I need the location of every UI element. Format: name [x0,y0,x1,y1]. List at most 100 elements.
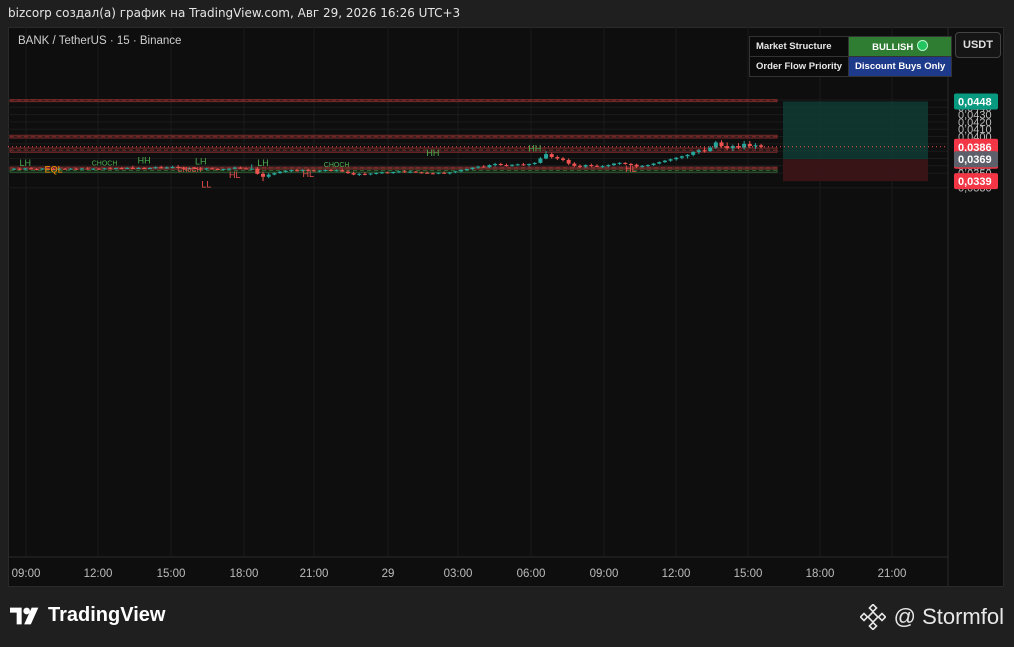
candle-body [357,173,362,175]
status-value-order-flow: Discount Buys Only [848,56,953,77]
candle-body [640,165,645,167]
candle-body [719,142,724,147]
x-tick-label: 03:00 [444,568,473,580]
structure-label: LL [201,180,211,190]
structure-label: LH [257,158,269,168]
structure-label: HL [303,169,315,179]
candle-body [453,171,458,173]
candle-body [679,156,684,158]
candle-body [204,168,209,170]
candle-body [68,168,73,170]
status-label: Order Flow Priority [748,56,850,77]
candle-body [295,170,299,172]
candle-body [12,168,16,170]
candle-body [17,168,22,170]
structure-label: CHOCH [92,161,118,168]
candle-body [515,164,520,166]
candle-body [476,166,481,168]
candle-body [668,159,673,161]
candle-body [606,165,611,167]
candle-body [159,167,164,169]
candle-body [555,157,560,159]
candle-body [142,167,147,169]
candle-body [662,160,667,163]
candle-body [119,168,124,170]
candle-body [578,165,582,167]
candlestick-chart[interactable]: LH HH LH LH HH HH EQL LL HL HL HL CHOCH CHOCH CHoCH 0,… [8,27,1004,587]
candle-body [532,162,537,164]
candle-body [147,167,152,169]
candle-body [713,142,718,148]
tradingview-logo: TradingView [10,604,165,627]
watermark-text: @ Stormfol [893,604,1004,629]
x-tick-label: 21:00 [300,568,329,580]
binance-icon [859,604,886,630]
structure-label: HL [625,164,637,174]
candle-body [328,170,333,172]
price-tag-label: 0,0339 [958,176,992,188]
symbol-line: BANK / TetherUS · 15 · Binance [18,35,182,47]
x-tick-label: 12:00 [84,568,113,580]
candle-body [594,165,599,167]
candle-body [283,170,288,172]
candle-body [708,147,713,152]
status-value-bullish: BULLISH [848,36,953,57]
brand-text: TradingView [48,604,166,626]
status-row-order-flow: Order Flow Priority Discount Buys Only [748,56,953,77]
candle-body [521,164,526,166]
candle-body [289,170,294,172]
status-label: Market Structure [748,36,850,57]
candle-body [334,170,339,172]
candle-body [685,154,690,157]
candle-body [28,168,33,170]
x-tick-label: 06:00 [517,568,546,580]
candle-body [91,168,96,170]
candle-body [255,168,260,174]
price-tag-label: 0,0369 [958,154,992,166]
x-tick-label: 12:00 [662,568,691,580]
candle-body [487,165,492,168]
candle-body [125,167,130,169]
candle-body [368,173,373,175]
candle-body [538,158,543,163]
candle-body [323,170,328,172]
structure-label: LH [20,158,32,168]
candle-body [408,171,413,173]
candle-body [459,169,464,172]
candle-body [702,150,707,152]
status-row-market-structure: Market Structure BULLISH [748,36,953,57]
currency-button[interactable]: USDT [955,32,1001,58]
candle-body [74,168,79,170]
green-dot-icon [917,40,929,51]
structure-label: HH [528,144,541,154]
candle-body [645,165,650,167]
candle-body [85,168,90,170]
candle-body [759,145,764,147]
candle-body [674,157,679,160]
structure-label: CHoCH [177,167,201,174]
candle-body [696,150,701,152]
candle-body [396,171,401,173]
candle-body [238,167,243,169]
candle-body [108,168,113,170]
candle-body [589,165,594,167]
candle-body [651,163,656,166]
candle-body [210,168,215,170]
candle-body [221,169,226,171]
candle-body [430,173,435,175]
candle-body [317,170,322,172]
candle-body [747,143,752,147]
watermark: @ Stormfol [859,604,1004,630]
candle-body [96,168,101,170]
candle-body [504,165,509,167]
candle-body [657,162,662,164]
x-tick-label: 29 [382,568,395,580]
candle-body [272,173,277,175]
structure-label: HH [138,156,151,166]
candle-body [261,173,266,177]
stop-zone [783,159,928,182]
candle-body [572,163,577,166]
candle-body [442,172,447,174]
candle-body [374,172,379,174]
tradingview-icon [10,607,39,624]
